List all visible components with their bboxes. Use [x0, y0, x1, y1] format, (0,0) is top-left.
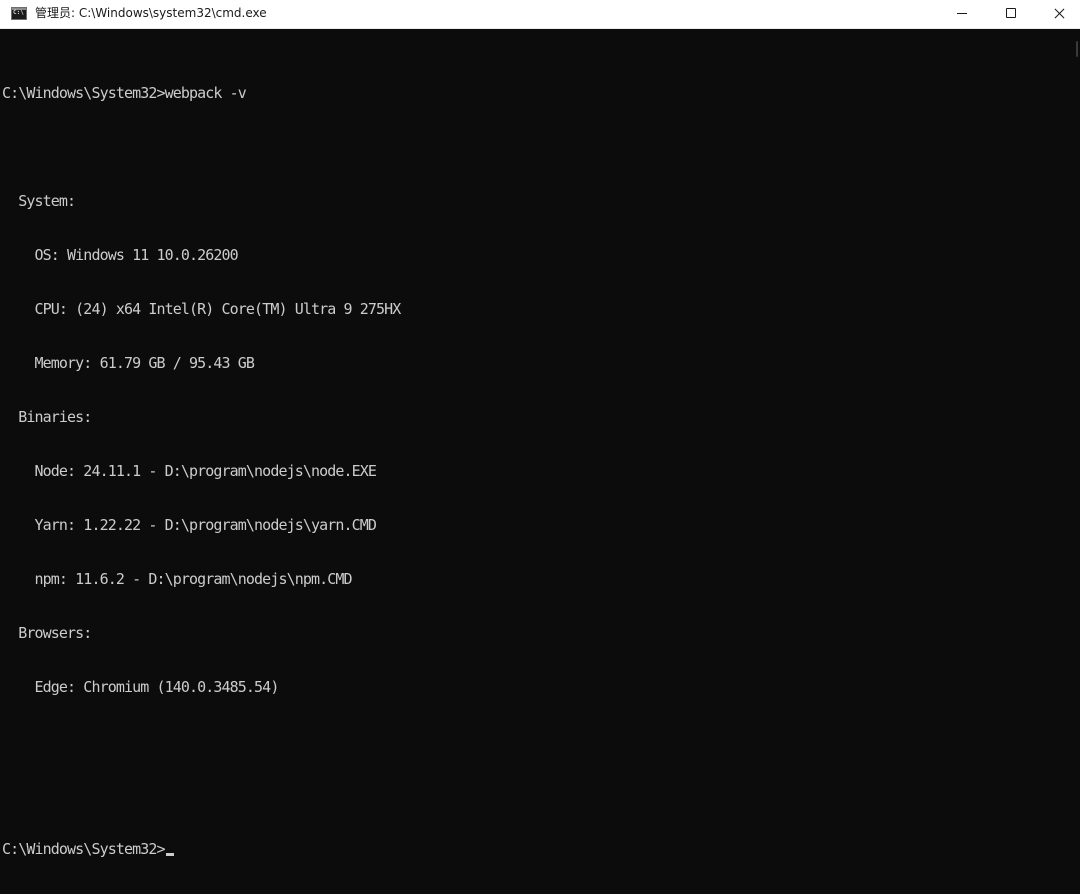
- console-line-binaries-header: Binaries:: [2, 408, 92, 426]
- close-icon: [1054, 8, 1065, 19]
- console-line-system-header: System:: [2, 192, 76, 210]
- console-line-node: Node: 24.11.1 - D:\program\nodejs\node.E…: [2, 462, 377, 480]
- text-cursor: [165, 853, 174, 856]
- console-line-blank: [2, 138, 400, 156]
- console-line-npm: npm: 11.6.2 - D:\program\nodejs\npm.CMD: [2, 570, 353, 588]
- console-line-prompt[interactable]: C:\Windows\System32>: [2, 840, 400, 858]
- console-line-memory: Memory: 61.79 GB / 95.43 GB: [2, 354, 255, 372]
- console-line-edge: Edge: Chromium (140.0.3485.54): [2, 678, 280, 696]
- close-button[interactable]: [1038, 0, 1080, 28]
- vertical-scrollbar[interactable]: [1074, 29, 1080, 477]
- prompt-text: C:\Windows\System32>: [2, 840, 166, 858]
- cmd-icon-prompt: C:\: [13, 9, 24, 16]
- minimize-icon: [957, 13, 967, 14]
- window-title: 管理员: C:\Windows\system32\cmd.exe: [35, 6, 267, 20]
- console-line-blank: [2, 732, 400, 750]
- scrollbar-thumb[interactable]: [1076, 41, 1078, 57]
- console-line-yarn: Yarn: 1.22.22 - D:\program\nodejs\yarn.C…: [2, 516, 377, 534]
- console-line-cpu: CPU: (24) x64 Intel(R) Core(TM) Ultra 9 …: [2, 300, 402, 318]
- console-line-blank: [2, 786, 400, 804]
- console-output: C:\Windows\System32>webpack -v System: O…: [2, 48, 402, 894]
- console-line-command: C:\Windows\System32>webpack -v: [2, 84, 247, 102]
- console-area[interactable]: C:\Windows\System32>webpack -v System: O…: [0, 29, 1080, 858]
- cmd-app-icon[interactable]: C:\: [11, 7, 27, 20]
- minimize-button[interactable]: [938, 0, 986, 28]
- console-line-browsers-header: Browsers:: [2, 624, 92, 642]
- maximize-icon: [1006, 8, 1016, 18]
- title-bar[interactable]: C:\ 管理员: C:\Windows\system32\cmd.exe: [0, 0, 1080, 29]
- console-line-os: OS: Windows 11 10.0.26200: [2, 246, 239, 264]
- maximize-button[interactable]: [988, 0, 1036, 28]
